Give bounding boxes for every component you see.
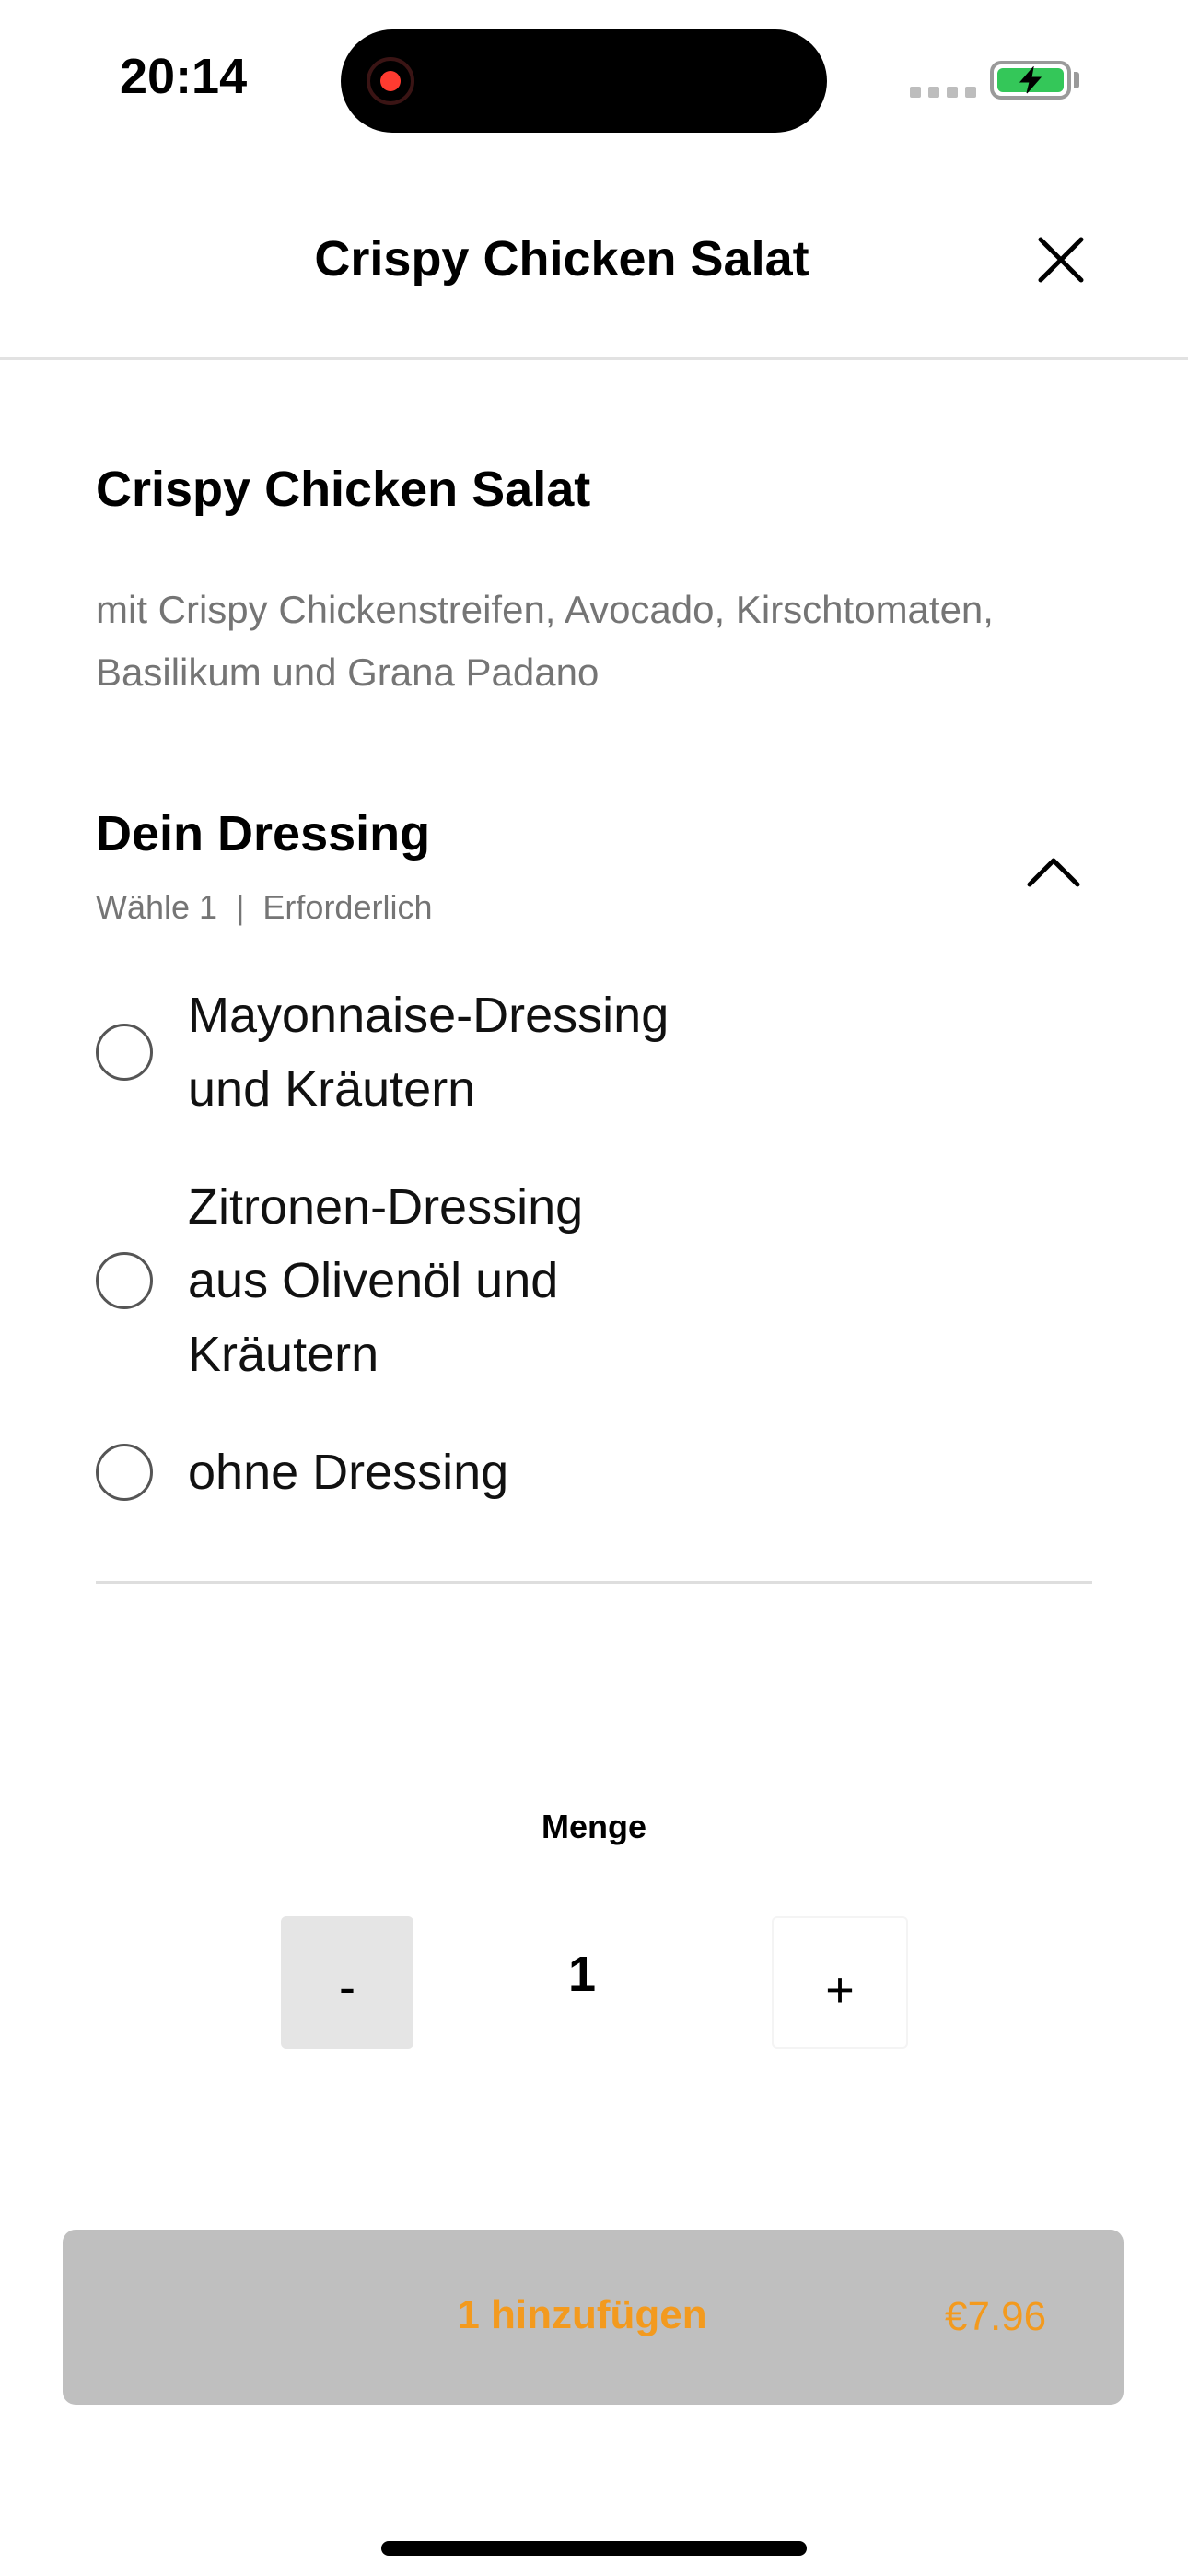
home-indicator[interactable] (381, 2541, 807, 2556)
add-to-cart-button[interactable] (63, 2230, 1124, 2405)
dressing-option-mayonnaise[interactable]: Mayonnaise-Dressing und Kräutern (96, 978, 704, 1126)
recording-indicator-icon (367, 57, 414, 105)
option-label: Mayonnaise-Dressing und Kräutern (188, 988, 670, 1117)
option-label: ohne Dressing (188, 1445, 509, 1500)
close-icon (1038, 237, 1084, 283)
chevron-up-icon (1027, 858, 1080, 887)
radio-button[interactable] (96, 1024, 153, 1081)
quantity-label: Menge (541, 1808, 646, 1845)
collapse-section-button[interactable] (1024, 851, 1083, 892)
charging-bolt-icon (1019, 66, 1042, 94)
status-time: 20:14 (120, 49, 248, 104)
dynamic-island (341, 29, 827, 133)
header-divider (0, 357, 1188, 360)
page-title: Crispy Chicken Salat (314, 231, 809, 287)
radio-button[interactable] (96, 1444, 153, 1501)
quantity-value: 1 (567, 1947, 597, 2002)
dressing-option-none[interactable]: ohne Dressing (96, 1435, 704, 1509)
product-description: mit Crispy Chickenstreifen, Avocado, Kir… (96, 588, 994, 694)
quantity-increase-button[interactable]: + (772, 1916, 908, 2049)
section-divider (96, 1581, 1092, 1584)
quantity-decrease-button[interactable]: - (281, 1916, 413, 2049)
battery-icon (990, 61, 1071, 100)
cellular-signal-icon (910, 87, 976, 98)
option-label: Zitronen-Dressing aus Olivenöl und Kräut… (188, 1179, 584, 1382)
radio-button[interactable] (96, 1252, 153, 1309)
close-button[interactable] (1035, 234, 1087, 286)
dressing-section-title: Dein Dressing (96, 806, 431, 861)
dressing-option-zitrone[interactable]: Zitronen-Dressing aus Olivenöl und Kräut… (96, 1170, 667, 1391)
battery-cap (1074, 72, 1079, 88)
product-name: Crispy Chicken Salat (96, 462, 591, 517)
dressing-section-subtitle: Wähle 1 | Erforderlich (96, 888, 433, 926)
